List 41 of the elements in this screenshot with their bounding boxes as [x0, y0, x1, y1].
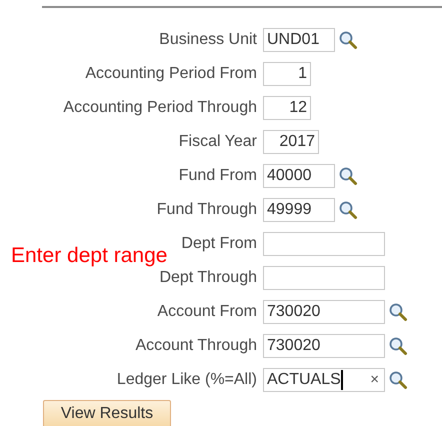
field-label: Accounting Period From — [85, 64, 257, 84]
search-icon[interactable] — [388, 336, 408, 356]
search-icon[interactable] — [338, 200, 358, 220]
view-results-button[interactable]: View Results — [43, 400, 171, 426]
field-label: Fiscal Year — [178, 132, 257, 152]
field-label: Dept From — [181, 234, 257, 254]
search-icon[interactable] — [338, 30, 358, 50]
field-value: UND01 — [267, 30, 320, 50]
field-value: 12 — [289, 98, 307, 118]
search-icon[interactable] — [338, 166, 358, 186]
field-value: ACTUALS — [267, 370, 341, 390]
input-field[interactable]: 1 — [263, 62, 311, 86]
field-label: Fund Through — [156, 200, 257, 220]
field-value: 2017 — [279, 132, 315, 152]
field-label: Accounting Period Through — [63, 98, 257, 118]
input-field[interactable]: 730020 — [263, 300, 385, 324]
input-field[interactable]: UND01 — [263, 28, 335, 52]
field-value: 40000 — [267, 166, 312, 186]
field-label: Business Unit — [159, 30, 257, 50]
input-field[interactable]: ACTUALS × — [263, 368, 385, 392]
field-value: 1 — [298, 64, 307, 84]
field-value: 730020 — [267, 302, 320, 322]
input-field[interactable]: 2017 — [263, 130, 319, 154]
input-field[interactable] — [263, 266, 385, 290]
field-label: Ledger Like (%=All) — [116, 370, 257, 390]
search-icon[interactable] — [388, 302, 408, 322]
input-field[interactable]: 40000 — [263, 164, 335, 188]
field-value: 49999 — [267, 200, 312, 220]
field-label: Dept Through — [159, 268, 257, 288]
text-cursor — [340, 370, 343, 390]
annotation-text: Enter dept range — [11, 243, 168, 269]
field-label: Account Through — [135, 336, 257, 356]
field-label: Fund From — [178, 166, 257, 186]
input-field[interactable] — [263, 232, 385, 256]
input-field[interactable]: 730020 — [263, 334, 385, 358]
input-field[interactable]: 12 — [263, 96, 311, 120]
field-label: Account From — [157, 302, 257, 322]
search-icon[interactable] — [388, 370, 408, 390]
input-field[interactable]: 49999 — [263, 198, 335, 222]
field-value: 730020 — [267, 336, 320, 356]
clear-button[interactable]: × — [370, 368, 379, 392]
